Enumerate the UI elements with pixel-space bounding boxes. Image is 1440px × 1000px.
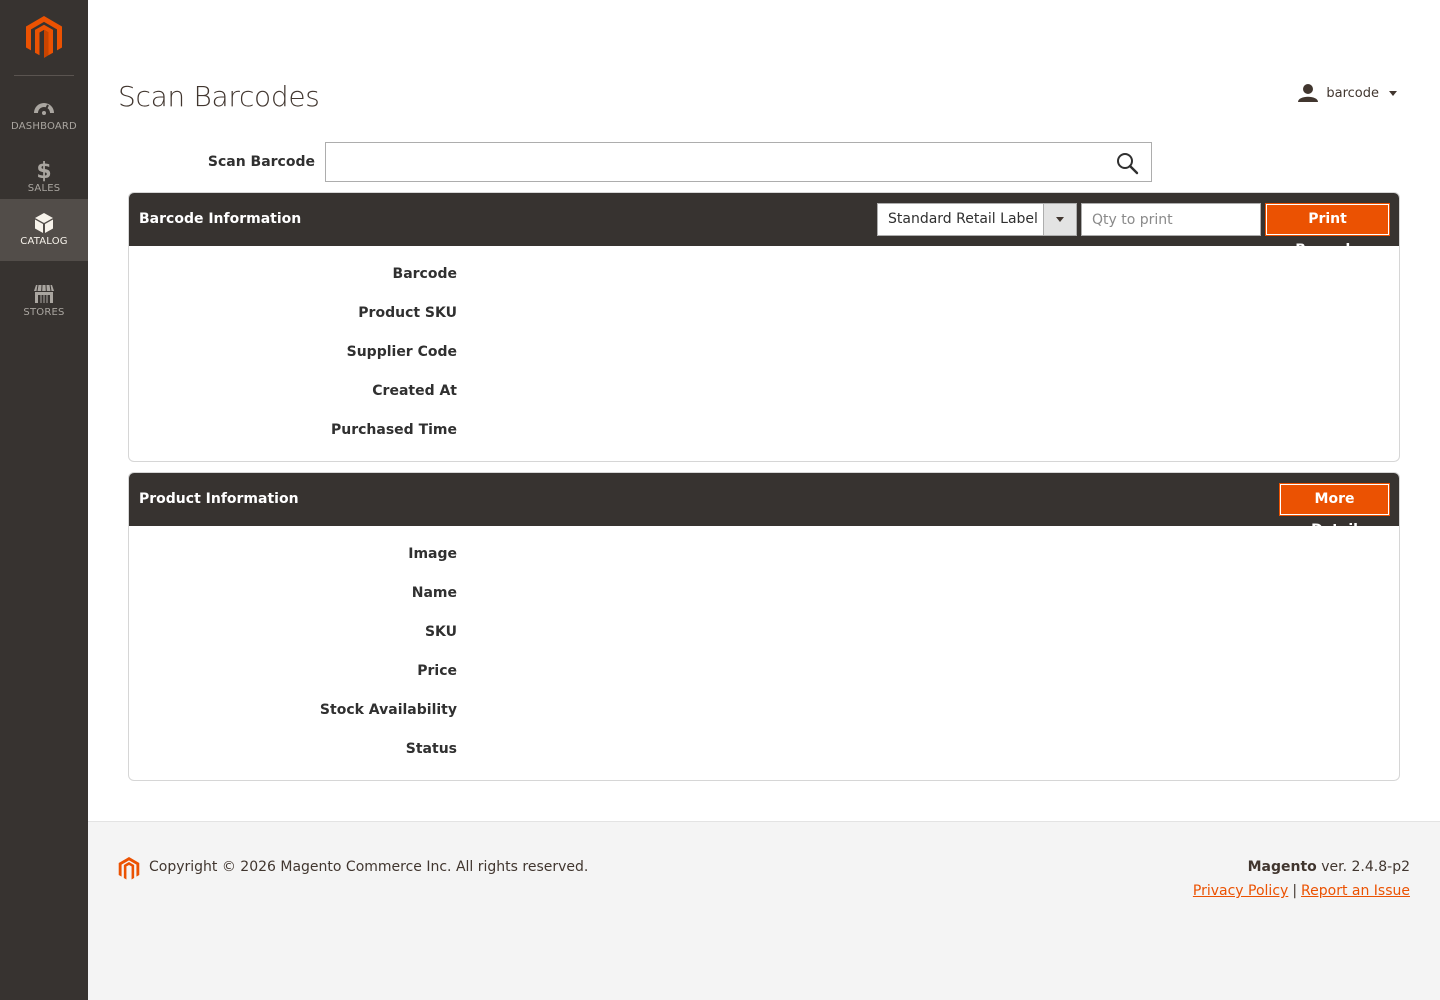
field-label: Name bbox=[411, 585, 457, 601]
privacy-policy-link[interactable]: Privacy Policy bbox=[1193, 883, 1288, 899]
field-row: Created At bbox=[129, 373, 1399, 412]
user-name: barcode bbox=[1326, 85, 1379, 101]
sidebar-item-label: DASHBOARD bbox=[11, 121, 77, 132]
field-row: Supplier Code bbox=[129, 334, 1399, 373]
sidebar-item-catalog[interactable]: CATALOG bbox=[0, 199, 88, 261]
more-detail-button[interactable]: More Detail bbox=[1279, 483, 1390, 538]
scan-barcode-field-wrap bbox=[325, 142, 1152, 182]
field-label: Supplier Code bbox=[346, 344, 457, 360]
field-label: Purchased Time bbox=[331, 422, 457, 438]
copyright-text: Copyright © 2026 Magento Commerce Inc. A… bbox=[149, 859, 589, 875]
field-label: Barcode bbox=[392, 266, 457, 282]
field-row: SKU bbox=[129, 614, 1399, 653]
barcode-information-panel: Barcode Information Standard Retail Labe… bbox=[128, 192, 1400, 462]
field-row: Image bbox=[129, 536, 1399, 575]
field-label: Created At bbox=[372, 383, 457, 399]
page-footer: Copyright © 2026 Magento Commerce Inc. A… bbox=[88, 821, 1440, 1000]
field-row: Status bbox=[129, 731, 1399, 770]
product-information-panel: Product Information More Detail Image Na… bbox=[128, 472, 1400, 781]
panel-header: Barcode Information Standard Retail Labe… bbox=[129, 193, 1399, 258]
field-label: Image bbox=[408, 546, 457, 562]
sidebar-item-label: STORES bbox=[23, 307, 65, 318]
scan-barcode-label: Scan Barcode bbox=[207, 154, 315, 170]
qty-to-print-input[interactable] bbox=[1081, 203, 1261, 236]
sidebar-item-label: SALES bbox=[27, 183, 61, 194]
field-label: SKU bbox=[424, 624, 457, 640]
scan-barcode-row: Scan Barcode bbox=[118, 142, 1152, 182]
panel-title: Barcode Information bbox=[139, 211, 302, 227]
sidebar-item-label: CATALOG bbox=[20, 236, 68, 247]
magento-logo[interactable] bbox=[26, 16, 62, 58]
panel-title: Product Information bbox=[139, 491, 299, 507]
field-row: Barcode bbox=[129, 256, 1399, 295]
sidebar-divider bbox=[14, 75, 74, 76]
store-icon bbox=[34, 284, 54, 303]
panel-body: Barcode Product SKU Supplier Code Create… bbox=[129, 246, 1399, 451]
label-type-selected: Standard Retail Label bbox=[888, 211, 1038, 227]
dollar-icon: $ bbox=[36, 159, 51, 182]
report-issue-link[interactable]: Report an Issue bbox=[1301, 883, 1410, 899]
sidebar-item-stores[interactable]: STORES bbox=[0, 270, 88, 332]
version-number: ver. 2.4.8-p2 bbox=[1321, 859, 1410, 875]
user-account-menu[interactable]: barcode bbox=[1298, 82, 1397, 104]
sidebar-item-dashboard[interactable]: DASHBOARD bbox=[0, 84, 88, 146]
page-title: Scan Barcodes bbox=[118, 80, 320, 113]
field-label: Price bbox=[417, 663, 457, 679]
footer-links: Privacy Policy | Report an Issue bbox=[1193, 883, 1410, 899]
admin-sidebar: DASHBOARD $ SALES CATALOG STORES bbox=[0, 0, 88, 1000]
print-barcode-button[interactable]: Print Barcode bbox=[1265, 203, 1390, 258]
field-label: Product SKU bbox=[358, 305, 457, 321]
field-row: Stock Availability bbox=[129, 692, 1399, 731]
link-separator: | bbox=[1292, 883, 1298, 899]
user-icon bbox=[1298, 84, 1319, 102]
panel-header: Product Information More Detail bbox=[129, 473, 1399, 538]
search-icon[interactable] bbox=[1115, 151, 1139, 175]
chevron-down-icon bbox=[1056, 217, 1064, 222]
magento-logo bbox=[118, 857, 140, 880]
field-label: Stock Availability bbox=[319, 702, 457, 718]
panel-body: Image Name SKU Price Stock Availability … bbox=[129, 526, 1399, 770]
field-row: Purchased Time bbox=[129, 412, 1399, 451]
field-label: Status bbox=[405, 741, 457, 757]
svg-text:$: $ bbox=[36, 159, 51, 182]
box-icon bbox=[35, 213, 53, 233]
label-type-select[interactable]: Standard Retail Label bbox=[877, 203, 1077, 236]
field-row: Name bbox=[129, 575, 1399, 614]
scan-barcode-input[interactable] bbox=[326, 143, 1151, 181]
select-toggle[interactable] bbox=[1043, 204, 1076, 235]
version-info: Magento ver. 2.4.8-p2 bbox=[1248, 859, 1410, 875]
dashboard-icon bbox=[34, 103, 54, 115]
brand-name: Magento bbox=[1247, 859, 1317, 875]
chevron-down-icon bbox=[1389, 90, 1397, 96]
field-row: Product SKU bbox=[129, 295, 1399, 334]
field-row: Price bbox=[129, 653, 1399, 692]
